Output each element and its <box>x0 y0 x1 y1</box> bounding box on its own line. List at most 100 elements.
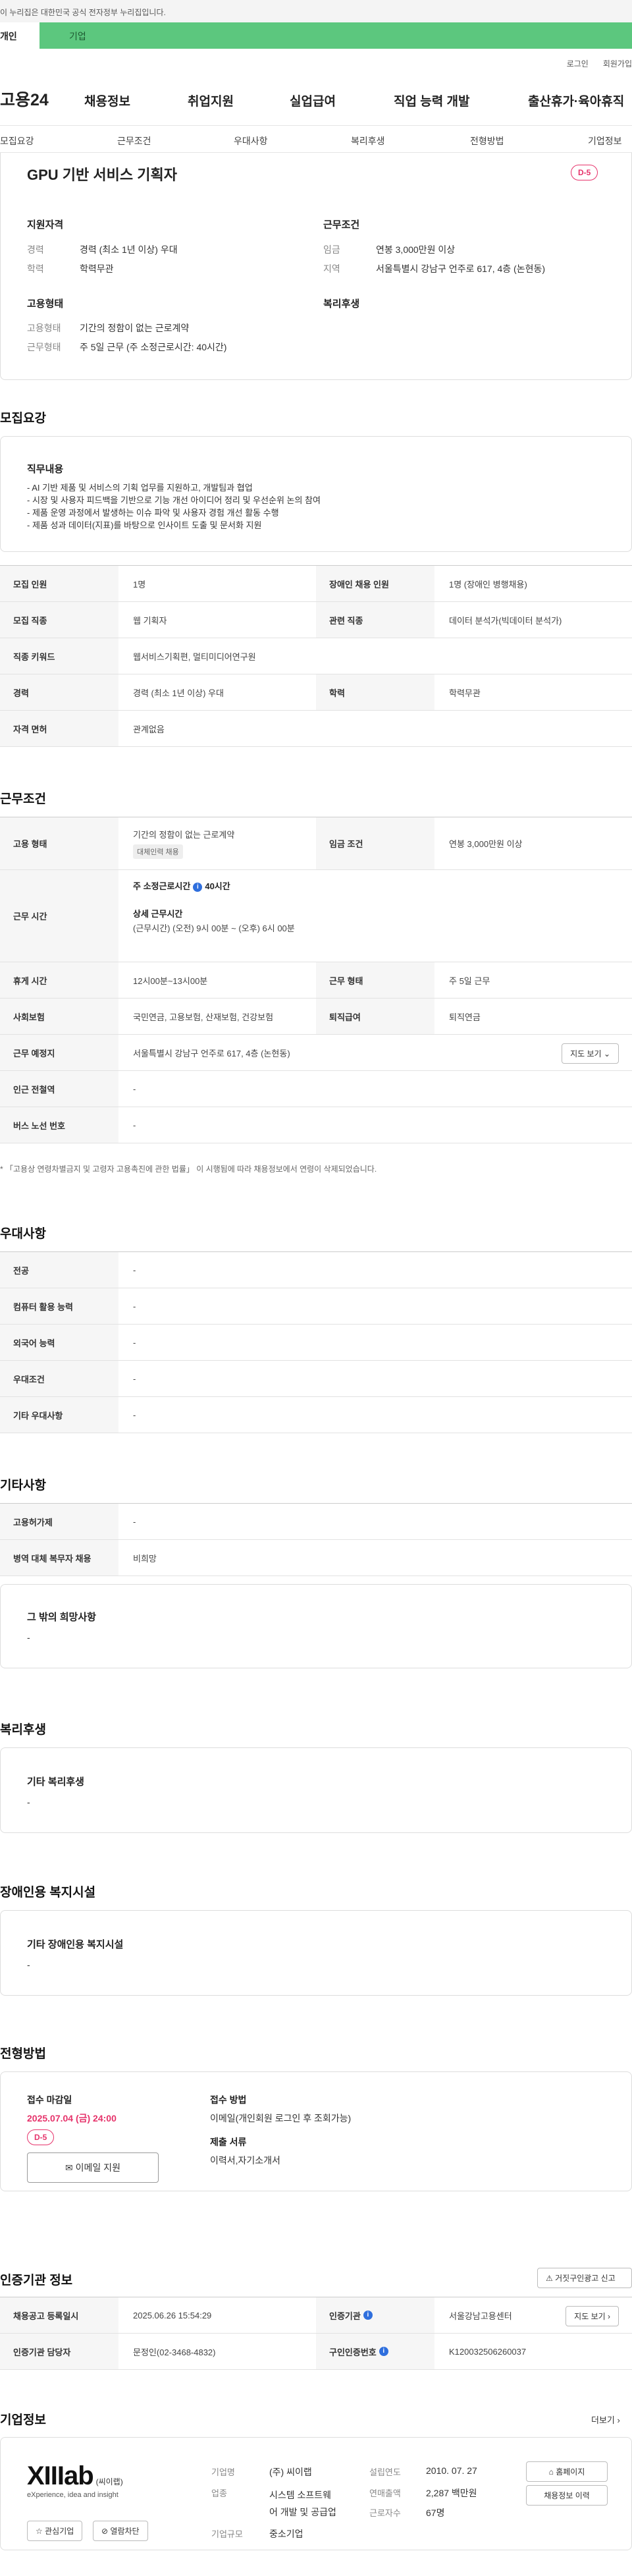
table-header: 근무 형태 <box>316 962 434 998</box>
tab-screening[interactable]: 전형방법 <box>470 134 504 148</box>
info-icon[interactable]: i <box>379 2347 388 2356</box>
report-button[interactable]: ⚠ 거짓구인광고 신고 <box>537 2268 632 2288</box>
chevron-right-icon: › <box>617 2415 620 2425</box>
table-cell: 서울특별시 강남구 언주로 617, 4층 (논현동) <box>133 1048 290 1058</box>
table-header: 인근 전철역 <box>0 1071 118 1107</box>
duty-item: - AI 기반 제품 및 서비스의 기획 업무를 지원하고, 개발팀과 협업 <box>27 483 253 493</box>
tab-individual[interactable]: 개인 <box>0 22 40 49</box>
emp-type-value: 기간의 정함이 없는 근로계약 <box>80 323 190 333</box>
table-cell: 12시00분~13시00분 <box>133 975 208 986</box>
company-emp-value: 67명 <box>426 2507 445 2518</box>
table-cell: - <box>133 1373 136 1384</box>
homepage-button[interactable]: ⌂ 홈페이지 <box>526 2461 608 2482</box>
table-cell: - <box>133 1120 136 1130</box>
table-row: 버스 노선 번호 - <box>0 1107 632 1143</box>
signup-link[interactable]: 회원가입 <box>603 59 632 69</box>
utility-links: 로그인 회원가입 <box>0 49 632 72</box>
company-name-value: (주) 씨이랩 <box>269 2467 312 2477</box>
info-icon[interactable]: i <box>363 2311 373 2320</box>
gnb-item-training[interactable]: 직업 능력 개발 <box>394 92 469 109</box>
site-logo[interactable]: 고용24 <box>0 87 49 111</box>
favorite-button[interactable]: ☆ 관심기업 <box>27 2521 83 2541</box>
work-table: 고용 형태 기간의 정함이 없는 근로계약 대체인력 채용 임금 조건 연봉 3… <box>0 817 632 1143</box>
chevron-right-icon: › <box>608 2312 610 2321</box>
gov-banner: 이 누리집은 대한민국 공식 전자정부 누리집입니다. <box>0 0 632 22</box>
agency-map-button[interactable]: 지도 보기 › <box>566 2306 619 2326</box>
weekly-hours: 주 소정근로시간 i 40시간 <box>133 881 230 892</box>
block-icon: ⊘ <box>101 2527 109 2536</box>
emp-heading: 고용형태 <box>27 298 64 310</box>
tab-corporate[interactable]: 기업 <box>40 22 632 49</box>
gnb-item-leave[interactable]: 출산휴가·육아휴직 <box>528 92 624 109</box>
table-header: 모집 직종 <box>0 602 118 638</box>
table-header: 경력 <box>0 674 118 710</box>
email-apply-button[interactable]: ✉ 이메일 지원 <box>27 2152 159 2183</box>
table-header: 퇴직급여 <box>316 999 434 1034</box>
table-row: 고용 형태 기간의 정함이 없는 근로계약 대체인력 채용 임금 조건 연봉 3… <box>0 817 632 870</box>
table-cell: - <box>133 1083 136 1094</box>
company-name-label: 기업명 <box>211 2467 235 2477</box>
work-wage-value: 연봉 3,000만원 이상 <box>376 244 456 255</box>
table-header: 임금 조건 <box>316 817 434 869</box>
table-cell: - <box>133 1410 136 1420</box>
deadline-value: 2025.07.04 (금) 24:00 <box>27 2113 117 2124</box>
tab-pref[interactable]: 우대사항 <box>234 134 268 148</box>
emp-form-label: 근무형태 <box>27 342 61 352</box>
section-company-title: 기업정보 <box>0 2413 46 2427</box>
company-more-link[interactable]: 더보기 › <box>591 2413 620 2426</box>
table-header: 컴퓨터 활용 능력 <box>0 1288 118 1324</box>
work-region-value: 서울특별시 강남구 언주로 617, 4층 (논현동) <box>376 263 546 274</box>
table-row: 자격 면허 관계없음 <box>0 711 632 747</box>
table-row: 사회보험 국민연금, 고용보험, 산재보험, 건강보험 퇴직급여 퇴직연금 <box>0 999 632 1035</box>
recruit-table: 모집 인원 1명 장애인 채용 인원 1명 (장애인 병행채용) 모집 직종 웹… <box>0 565 632 747</box>
welfare-heading: 기타 복리후생 <box>27 1776 84 1788</box>
star-icon: ☆ <box>36 2527 43 2536</box>
jobs-history-button[interactable]: 채용정보 이력 <box>526 2485 608 2506</box>
table-row: 인근 전철역 - <box>0 1071 632 1107</box>
table-row: 외국어 능력 - <box>0 1325 632 1361</box>
gnb-item-benefit[interactable]: 실업급여 <box>290 92 336 109</box>
section-work-title: 근무조건 <box>0 792 46 806</box>
qual-career-value: 경력 (최소 1년 이상) 우대 <box>80 244 178 255</box>
dday-badge: D-5 <box>571 165 598 180</box>
tab-company[interactable]: 기업정보 <box>588 134 622 148</box>
disabled-heading: 기타 장애인용 복지시설 <box>27 1939 124 1950</box>
table-cell: 1명 <box>133 579 146 589</box>
table-row: 우대조건 - <box>0 1361 632 1397</box>
gnb-item-support[interactable]: 취업지원 <box>188 92 234 109</box>
docs-heading: 제출 서류 <box>210 2137 247 2147</box>
table-header: 채용공고 등록일시 <box>0 2297 118 2333</box>
cert-table: 채용공고 등록일시 2025.06.26 15:54:29 인증기관 i 서울강남… <box>0 2297 632 2370</box>
table-row: 직종 키워드 웹서비스기획편, 멀티미디어연구원 <box>0 638 632 674</box>
tab-welfare[interactable]: 복리후생 <box>351 134 385 148</box>
detail-hours: (근무시간) (오전) 9시 00분 ~ (오후) 6시 00분 <box>133 923 295 933</box>
welfare-heading: 복리후생 <box>323 298 360 310</box>
table-row: 컴퓨터 활용 능력 - <box>0 1288 632 1325</box>
table-header: 휴게 시간 <box>0 962 118 998</box>
info-icon[interactable]: i <box>193 882 203 892</box>
block-button[interactable]: ⊘ 열람차단 <box>93 2521 148 2541</box>
work-region-label: 지역 <box>323 263 340 274</box>
table-header: 근무 시간 <box>0 870 118 962</box>
deadline-heading: 접수 마감일 <box>27 2095 72 2105</box>
tab-recruit[interactable]: 모집요강 <box>0 134 34 148</box>
user-type-tabs: 개인 기업 <box>0 22 632 49</box>
gnb-item-jobs[interactable]: 채용정보 <box>84 92 130 109</box>
map-button[interactable]: 지도 보기 ⌄ <box>562 1043 619 1064</box>
global-nav: 고용24 채용정보 취업지원 실업급여 직업 능력 개발 출산휴가·육아휴직 <box>0 72 632 125</box>
alert-icon: ⚠ <box>546 2274 553 2283</box>
login-link[interactable]: 로그인 <box>567 59 589 69</box>
chevron-down-icon: ⌄ <box>603 1049 610 1058</box>
table-row: 근무 시간 주 소정근로시간 i 40시간 상세 근무시간 (근무시간) (오전) … <box>0 870 632 962</box>
table-header: 고용허가제 <box>0 1504 118 1539</box>
company-size-value: 중소기업 <box>269 2529 303 2539</box>
tab-work[interactable]: 근무조건 <box>117 134 151 148</box>
etc-table: 고용허가제 - 병역 대체 복무자 채용 비희망 <box>0 1503 632 1576</box>
table-header: 자격 면허 <box>0 711 118 746</box>
duty-item: - 시장 및 사용자 피드백을 기반으로 기능 개선 아이디어 정리 및 우선순… <box>27 495 321 505</box>
table-cell: 퇴직연금 <box>449 1012 481 1022</box>
table-header: 사회보험 <box>0 999 118 1034</box>
qual-heading: 지원자격 <box>27 219 64 231</box>
duty-list: - AI 기반 제품 및 서비스의 기획 업무를 지원하고, 개발팀과 협업 -… <box>27 481 321 532</box>
section-screening-title: 전형방법 <box>0 2047 46 2061</box>
